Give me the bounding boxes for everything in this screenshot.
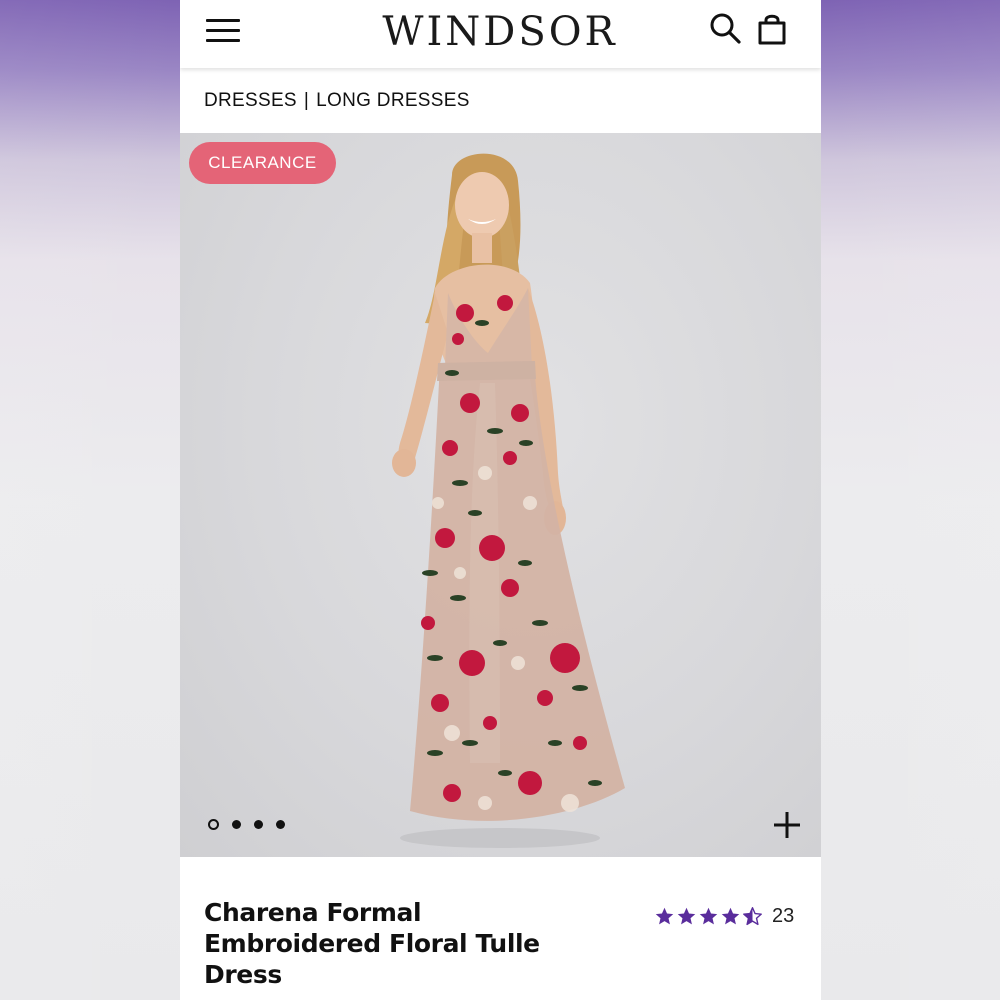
pagination-dot-2[interactable] [232,820,241,829]
pagination-dot-3[interactable] [254,820,263,829]
product-photo [392,153,625,848]
pagination-dot-4[interactable] [276,820,285,829]
breadcrumb-long-dresses[interactable]: LONG DRESSES [316,90,470,111]
clearance-badge: CLEARANCE [189,142,336,184]
pagination-dot-1[interactable] [208,819,219,830]
left-background [0,0,180,1000]
half-star-icon [743,906,762,925]
breadcrumb-separator: | [303,90,310,111]
review-count: 23 [772,904,795,927]
star-icon [699,907,718,924]
search-icon[interactable] [708,10,744,48]
plus-icon[interactable] [772,810,802,840]
rating-stars [654,906,764,927]
mobile-page: WINDSOR DRESSES | LONG DRESSES CLEARANCE… [180,0,821,1000]
breadcrumb: DRESSES | LONG DRESSES [204,88,470,114]
star-icon [721,907,740,924]
product-title: Charena Formal Embroidered Floral Tulle … [204,898,540,989]
breadcrumb-dresses[interactable]: DRESSES [204,90,297,111]
product-image-gallery[interactable]: CLEARANCE [180,133,821,857]
brand-logo[interactable]: WINDSOR [340,8,660,56]
hamburger-menu-icon[interactable] [206,17,240,45]
shopping-bag-icon[interactable] [754,10,790,48]
product-rating[interactable]: 23 [654,902,794,930]
site-header: WINDSOR [180,0,821,68]
star-icon [677,907,696,924]
right-background [820,0,1000,1000]
star-icon [655,907,674,924]
